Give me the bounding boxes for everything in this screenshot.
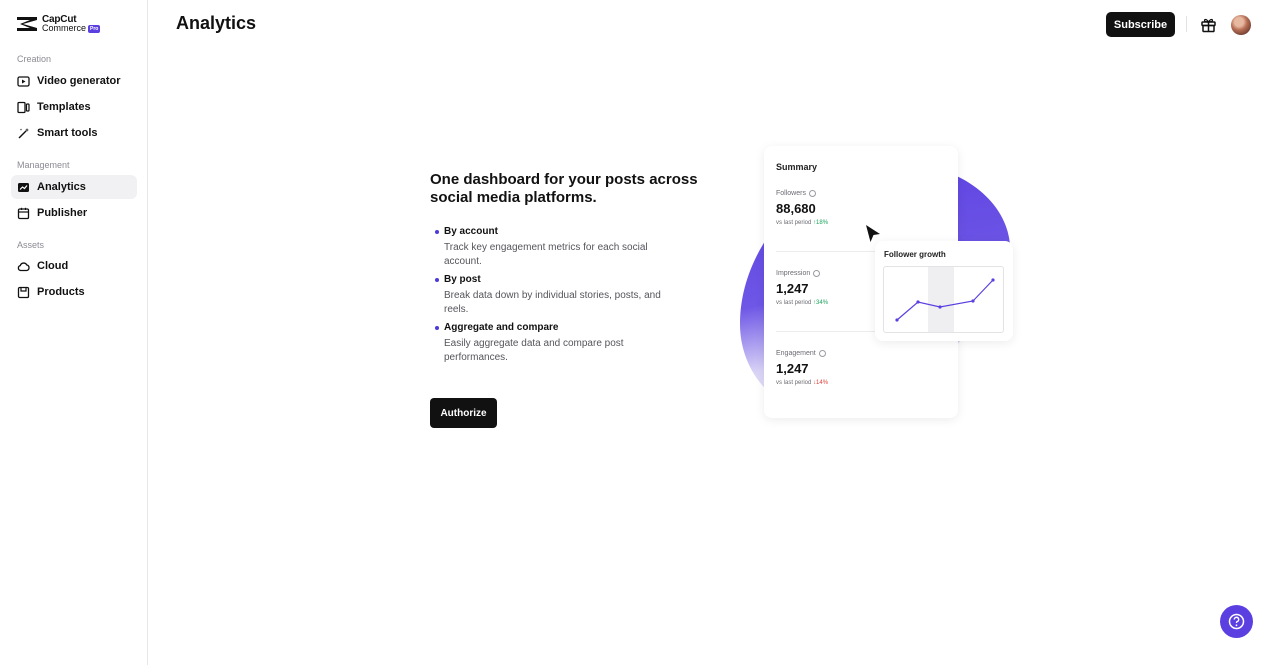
summary-title: Summary (776, 162, 818, 172)
sidebar-item-analytics[interactable]: Analytics (11, 175, 137, 199)
sidebar-item-smart-tools[interactable]: Smart tools (11, 121, 137, 145)
help-button[interactable] (1220, 605, 1253, 638)
feature-title: By account (444, 226, 498, 237)
feature-title: Aggregate and compare (444, 322, 559, 333)
user-avatar[interactable] (1231, 15, 1251, 35)
feature-desc: Easily aggregate data and compare post p… (444, 338, 624, 363)
info-icon (818, 350, 826, 357)
sidebar-item-label: Products (37, 286, 85, 298)
follower-growth-chart (883, 266, 1004, 333)
magic-wand-icon (18, 127, 29, 138)
sidebar-item-label: Analytics (37, 181, 86, 193)
analytics-illustration: Summary Followers 88,680 vs last period … (738, 144, 1018, 424)
section-label-assets: Assets (17, 240, 45, 250)
metric-followers: Followers 88,680 vs last period ↑18% (776, 190, 956, 226)
growth-title: Follower growth (884, 250, 946, 259)
logo-line2: Commerce (42, 23, 87, 33)
product-icon (17, 286, 30, 298)
headline: One dashboard for your posts across soci… (430, 171, 698, 206)
capcut-logo-icon (17, 17, 37, 31)
metric-foot: vs last period (776, 380, 812, 386)
sidebar-item-label: Templates (37, 101, 91, 113)
feature-title: By post (444, 274, 481, 285)
pro-badge: Pro (88, 24, 101, 33)
bullet-icon (435, 277, 439, 282)
header-divider (1186, 16, 1187, 32)
metric-value: 1,247 (776, 361, 809, 376)
metric-foot: vs last period (776, 300, 812, 306)
feature-by-post: By post Break data down by individual st… (435, 274, 705, 317)
sidebar-item-templates[interactable]: Templates (11, 95, 137, 119)
metric-divider (776, 331, 884, 332)
authorize-button[interactable]: Authorize (430, 398, 497, 428)
metric-divider (776, 251, 884, 252)
feature-aggregate-compare: Aggregate and compare Easily aggregate d… (435, 322, 705, 365)
calendar-icon (17, 207, 30, 219)
page-title: Analytics (176, 13, 257, 33)
section-label-management: Management (17, 160, 70, 170)
sidebar-item-label: Smart tools (37, 127, 98, 139)
feature-by-account: By account Track key engagement metrics … (435, 226, 705, 269)
sidebar-item-products[interactable]: Products (11, 280, 137, 304)
subscribe-button[interactable]: Subscribe (1106, 12, 1175, 37)
sidebar-item-cloud[interactable]: Cloud (11, 254, 137, 278)
metric-change: ↑34% (813, 300, 829, 306)
cloud-icon (17, 261, 30, 271)
bullet-icon (435, 325, 439, 330)
follower-growth-card: Follower growth (875, 241, 1013, 341)
feature-desc: Track key engagement metrics for each so… (444, 242, 648, 267)
metric-label: Followers (776, 190, 806, 197)
help-icon (1228, 613, 1245, 630)
analytics-icon (18, 182, 29, 192)
feature-desc: Break data down by individual stories, p… (444, 290, 661, 315)
capcut-commerce-logo[interactable]: CapCut Commerce Pro (16, 15, 101, 33)
info-icon (808, 190, 816, 197)
metric-label: Impression (776, 270, 811, 277)
info-icon (813, 270, 821, 277)
sidebar-item-video-generator[interactable]: Video generator (11, 69, 137, 93)
gift-icon[interactable] (1200, 16, 1217, 33)
metric-label: Engagement (776, 350, 816, 357)
metric-engagement: Engagement 1,247 vs last period ↓14% (776, 350, 956, 386)
sidebar-item-publisher[interactable]: Publisher (11, 201, 137, 225)
video-generator-icon (17, 75, 30, 87)
section-label-creation: Creation (17, 54, 52, 64)
templates-icon (17, 101, 30, 113)
sidebar: CapCut Commerce Pro Creation Video gener… (0, 0, 148, 665)
metric-change: ↑18% (813, 220, 829, 226)
metric-change: ↓14% (813, 380, 829, 386)
sidebar-item-label: Video generator (37, 75, 121, 87)
sidebar-item-label: Publisher (37, 207, 88, 219)
bullet-icon (435, 229, 439, 234)
metric-value: 88,680 (776, 201, 816, 216)
sidebar-item-label: Cloud (37, 260, 69, 272)
metric-foot: vs last period (776, 220, 812, 226)
